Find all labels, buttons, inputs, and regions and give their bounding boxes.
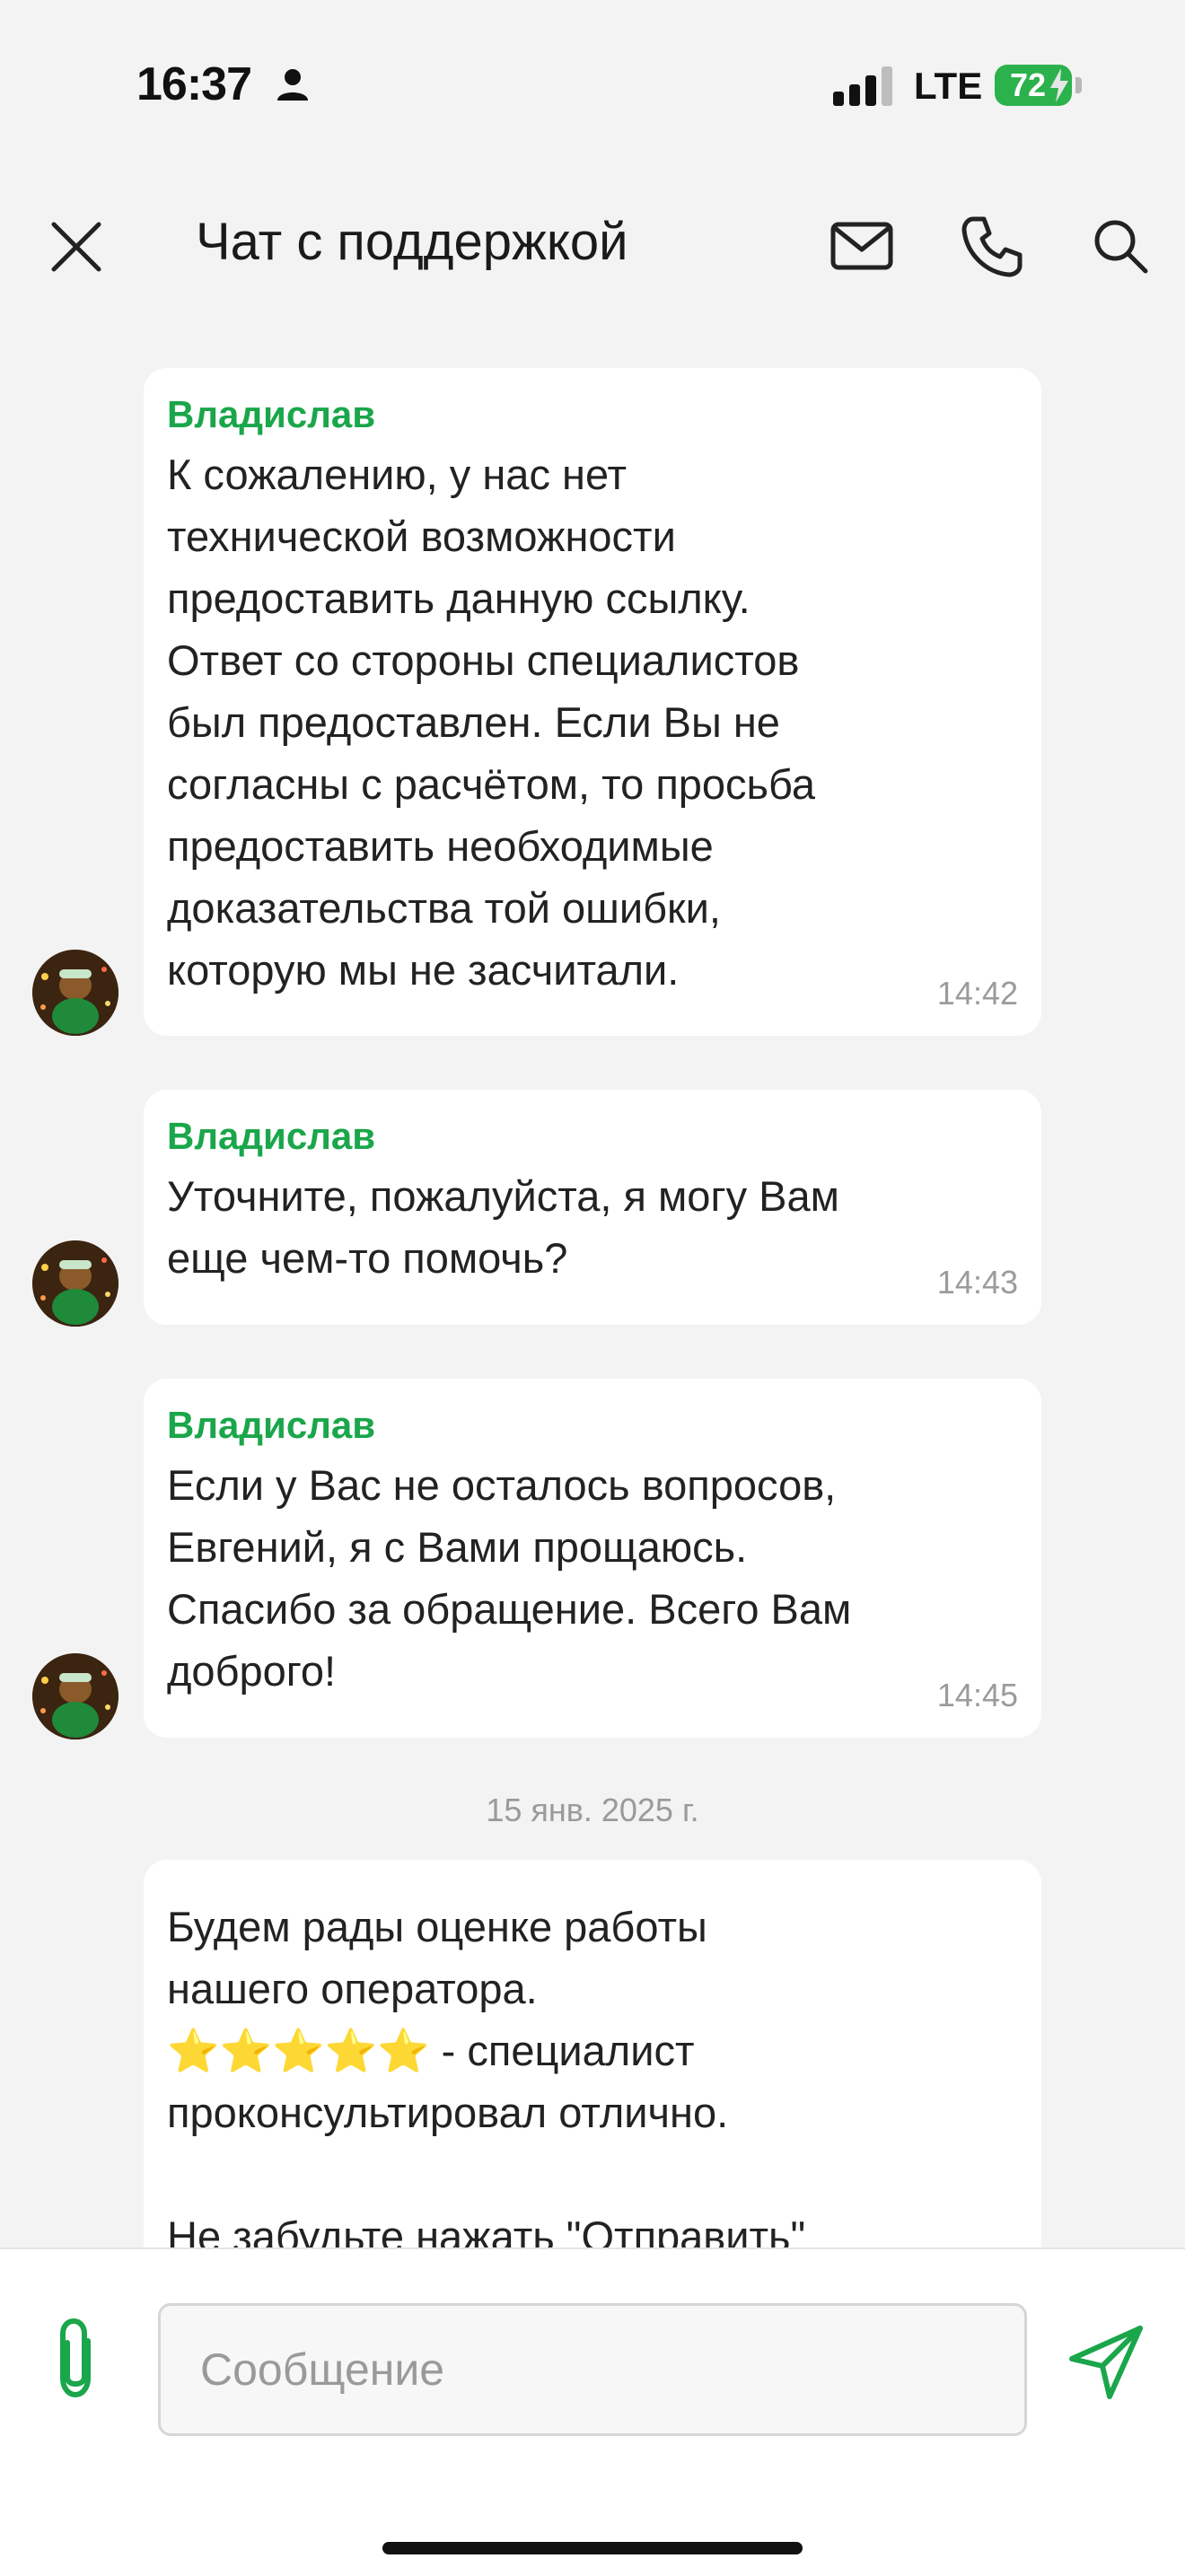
operator-avatar-icon <box>32 1653 118 1739</box>
home-indicator <box>382 2542 803 2554</box>
charging-bolt-icon <box>1050 68 1068 102</box>
date-separator: 15 янв. 2025 г. <box>486 1792 699 1828</box>
rating-message-bubble: Будем рады оценке работы нашего оператор… <box>144 1860 1041 2247</box>
sender-name: Владислав <box>167 1115 376 1157</box>
search-icon[interactable] <box>1084 210 1156 282</box>
message-bubble: Владислав К сожалению, у нас нет техниче… <box>144 368 1041 1036</box>
message-composer <box>0 2247 1185 2576</box>
message-time: 14:43 <box>936 1264 1018 1301</box>
network-type: LTE <box>914 65 983 107</box>
sender-name: Владислав <box>167 1404 376 1446</box>
phone-icon[interactable] <box>955 210 1027 282</box>
message-text: Будем рады оценке работы нашего оператор… <box>167 1903 806 2247</box>
avatar[interactable] <box>32 1653 118 1739</box>
message-bubble: Владислав Если у Вас не осталось вопросо… <box>144 1379 1041 1738</box>
message-text: К сожалению, у нас нет технической возмо… <box>167 451 816 994</box>
message-bubble: Владислав Уточните, пожалуйста, я могу В… <box>144 1090 1041 1325</box>
battery-cap <box>1075 77 1082 93</box>
mail-icon[interactable] <box>826 210 898 282</box>
message-input[interactable] <box>158 2303 1027 2436</box>
status-time: 16:37 <box>136 58 252 110</box>
status-bar: 16:37 LTE 72 <box>0 0 1185 180</box>
send-icon[interactable] <box>1063 2319 1149 2405</box>
operator-avatar-icon <box>32 1240 118 1327</box>
page-title: Чат с поддержкой <box>196 213 628 271</box>
message-text: Уточните, пожалуйста, я могу Вам еще чем… <box>167 1172 839 1282</box>
avatar[interactable] <box>32 1240 118 1327</box>
close-icon[interactable] <box>45 215 108 278</box>
chat-header: Чат с поддержкой <box>0 180 1185 314</box>
message-time: 14:42 <box>936 975 1018 1012</box>
operator-avatar-icon <box>32 950 118 1036</box>
message-text: Если у Вас не осталось вопросов, Евгений… <box>167 1461 852 1695</box>
chat-messages[interactable]: Владислав К сожалению, у нас нет техниче… <box>0 314 1185 2247</box>
signal-icon <box>833 66 892 106</box>
person-icon <box>277 69 308 101</box>
paperclip-icon[interactable] <box>45 2314 108 2404</box>
avatar[interactable] <box>32 950 118 1036</box>
sender-name: Владислав <box>167 393 376 435</box>
message-time: 14:45 <box>936 1677 1018 1713</box>
